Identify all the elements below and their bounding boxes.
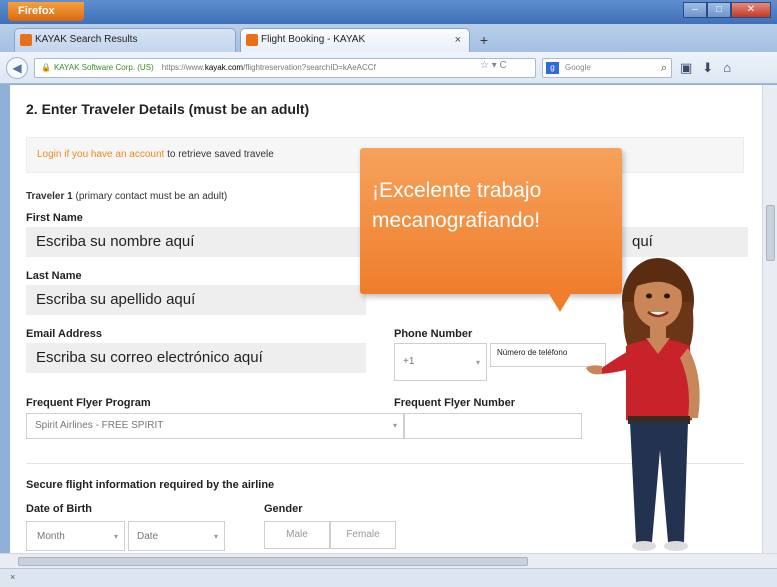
month-value: Month <box>37 531 65 542</box>
vertical-scroll-thumb[interactable] <box>766 205 775 261</box>
gender-female-button[interactable]: Female <box>330 521 396 549</box>
traveler-note: (primary contact must be an adult) <box>75 191 228 202</box>
chevron-down-icon: ▾ <box>392 421 397 430</box>
status-bar: × <box>0 568 777 587</box>
search-bar[interactable]: g Google ⌕ <box>542 58 672 78</box>
tab-label: KAYAK Search Results <box>35 34 138 45</box>
login-link[interactable]: Login if you have an account <box>37 149 164 160</box>
last-name-label: Last Name <box>26 270 82 282</box>
date-value: Date <box>137 531 159 542</box>
bookmark-star-icon[interactable]: ☆ ▾ C <box>480 60 507 71</box>
birth-month-select[interactable]: Month ▾ <box>26 521 125 551</box>
kayak-favicon-icon <box>246 34 258 46</box>
first-name-field[interactable]: Escriba su nombre aquí <box>26 227 366 257</box>
gender-label: Gender <box>264 503 303 515</box>
google-icon: g <box>546 62 559 74</box>
new-tab-icon[interactable]: + <box>474 32 494 50</box>
back-arrow-icon[interactable]: ◀ <box>6 57 28 79</box>
first-name-label: First Name <box>26 212 83 224</box>
firefox-menu-button[interactable]: Firefox <box>8 2 84 21</box>
url-prefix: https://www. <box>161 63 205 72</box>
vertical-scrollbar[interactable] <box>762 85 777 553</box>
bubble-line-1: ¡Excelente trabajo <box>372 179 542 202</box>
search-placeholder: Google <box>565 63 591 72</box>
chevron-down-icon: ▾ <box>475 358 480 367</box>
window-titlebar: Firefox – □ ✕ <box>0 0 777 24</box>
bookmarks-menu-icon[interactable]: ▣ <box>680 60 692 76</box>
email-field[interactable]: Escriba su correo electrónico aquí <box>26 343 366 373</box>
site-identity: KAYAK Software Corp. (US) <box>53 63 154 72</box>
ffp-value: Spirit Airlines - FREE SPIRIT <box>35 420 164 431</box>
chevron-down-icon: ▾ <box>213 532 218 541</box>
home-icon[interactable]: ⌂ <box>723 60 731 76</box>
tab-kayak-search-results[interactable]: KAYAK Search Results <box>14 28 236 52</box>
window-controls: – □ ✕ <box>683 2 771 18</box>
tab-bar: KAYAK Search Results Flight Booking - KA… <box>0 24 777 52</box>
phone-country-select[interactable]: +1 ▾ <box>394 343 487 381</box>
tab-flight-booking[interactable]: Flight Booking - KAYAK × <box>240 28 470 52</box>
email-label: Email Address <box>26 328 103 340</box>
search-icon[interactable]: ⌕ <box>661 59 667 77</box>
download-icon[interactable]: ⬇ <box>702 60 713 76</box>
gender-male-button[interactable]: Male <box>264 521 330 549</box>
secure-flight-title: Secure flight information required by th… <box>26 479 275 491</box>
login-text: to retrieve saved travele <box>167 149 274 160</box>
navigation-bar: ◀ 🔒 KAYAK Software Corp. (US) https://www.… <box>0 52 777 84</box>
speech-bubble-tail <box>548 292 572 312</box>
url-host: kayak.com <box>204 63 244 72</box>
close-window-icon[interactable]: ✕ <box>731 2 771 18</box>
section-title: 2. Enter Traveler Details (must be an ad… <box>26 101 310 117</box>
horizontal-scroll-thumb[interactable] <box>18 557 528 566</box>
birth-date-select[interactable]: Date ▾ <box>128 521 225 551</box>
lock-icon: 🔒 <box>41 63 51 72</box>
bubble-line-2: mecanografiando! <box>372 209 541 232</box>
url-path: /flightreservation?searchID=kAeACCf <box>243 63 376 72</box>
frequent-flyer-number-label: Frequent Flyer Number <box>394 397 516 409</box>
frequent-flyer-program-label: Frequent Flyer Program <box>26 397 151 409</box>
traveler-heading: Traveler 1 (primary contact must be an a… <box>26 191 227 202</box>
tab-label: Flight Booking - KAYAK <box>261 34 366 45</box>
minimize-icon[interactable]: – <box>683 2 707 18</box>
phone-code: +1 <box>403 356 415 367</box>
address-bar[interactable]: 🔒 KAYAK Software Corp. (US) https://www.ka… <box>34 58 536 78</box>
kayak-favicon-icon <box>20 34 32 46</box>
close-tab-icon[interactable]: × <box>455 34 461 46</box>
horizontal-scrollbar[interactable] <box>0 553 777 568</box>
phone-label: Phone Number <box>394 328 473 340</box>
frequent-flyer-number-field[interactable] <box>404 413 582 439</box>
frequent-flyer-program-select[interactable]: Spirit Airlines - FREE SPIRIT ▾ <box>26 413 404 439</box>
chevron-down-icon: ▾ <box>113 532 118 541</box>
date-of-birth-label: Date of Birth <box>26 503 92 515</box>
maximize-icon[interactable]: □ <box>707 2 731 18</box>
instructor-character-illustration <box>586 258 700 551</box>
last-name-field[interactable]: Escriba su apellido aquí <box>26 285 366 315</box>
close-addon-bar-icon[interactable]: × <box>10 572 15 582</box>
toolbar-icons: ▣ ⬇ ⌂ <box>680 60 731 76</box>
traveler-label: Traveler 1 <box>26 191 73 202</box>
